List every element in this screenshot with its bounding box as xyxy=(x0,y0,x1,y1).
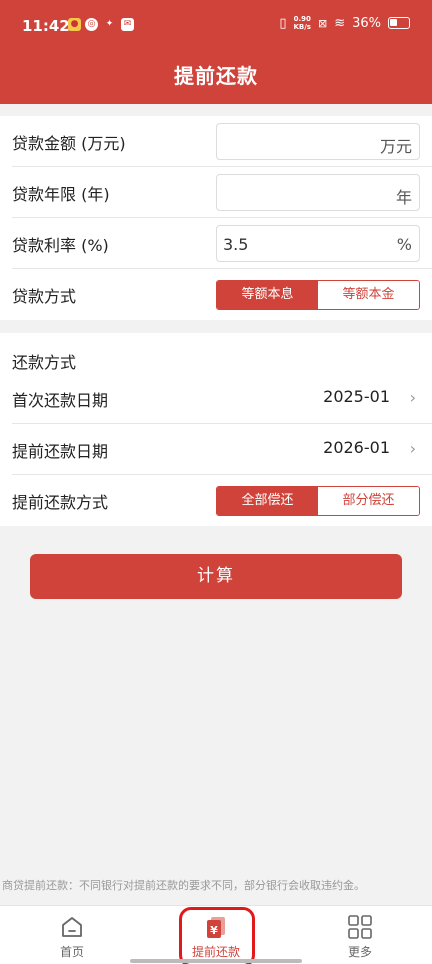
method-option-equal-payment[interactable]: 等额本息 xyxy=(217,281,318,309)
status-time: 11:42 xyxy=(22,17,70,35)
prepay-method-toggle[interactable]: 全部偿还 部分偿还 xyxy=(216,486,420,516)
mail-icon: ✉ xyxy=(121,18,134,31)
prepay-date-value: 2026-01 xyxy=(323,438,390,457)
loan-years-unit: 年 xyxy=(395,188,412,207)
loan-years-input[interactable]: 年 xyxy=(216,174,420,211)
first-date-row[interactable]: 首次还款日期 2025-01 › xyxy=(12,373,432,424)
prepay-option-full[interactable]: 全部偿还 xyxy=(217,487,318,515)
prepay-method-label: 提前还款方式 xyxy=(12,493,109,512)
loan-amount-label: 贷款金额 (万元) xyxy=(12,134,126,153)
repay-section-header: 还款方式 xyxy=(12,333,432,373)
loan-amount-unit: 万元 xyxy=(379,137,412,156)
net-speed: 0.90 KB/s xyxy=(293,15,310,31)
loan-rate-row: 贷款利率 (%) 3.5 % xyxy=(12,218,432,269)
home-icon xyxy=(62,917,82,937)
home-indicator[interactable] xyxy=(130,959,302,963)
prepay-date-row[interactable]: 提前还款日期 2026-01 › xyxy=(12,424,432,475)
loan-rate-label: 贷款利率 (%) xyxy=(12,236,109,255)
chevron-right-icon: › xyxy=(409,388,416,407)
prepay-method-row: 提前还款方式 全部偿还 部分偿还 xyxy=(12,475,432,526)
repay-section-title: 还款方式 xyxy=(12,353,77,372)
loan-method-toggle[interactable]: 等额本息 等额本金 xyxy=(216,280,420,310)
status-bar: 11:42 ● ◎ ✦ ✉ ▯ 0.90 KB/s ⊠ ≋ 36% xyxy=(0,0,432,52)
notification-icon: ● xyxy=(68,18,81,31)
chevron-right-icon: › xyxy=(409,439,416,458)
loan-method-row: 贷款方式 等额本息 等额本金 xyxy=(12,269,432,320)
loan-rate-input[interactable]: 3.5 % xyxy=(216,225,420,262)
first-date-value: 2025-01 xyxy=(323,387,390,406)
method-option-equal-principal[interactable]: 等额本金 xyxy=(318,281,419,309)
notification-icon: ◎ xyxy=(85,18,98,31)
tab-more-label: 更多 xyxy=(347,945,372,959)
page-title: 提前还款 xyxy=(174,64,258,88)
sim-icon: ⊠ xyxy=(317,16,328,30)
loan-section: 贷款金额 (万元) 万元 贷款年限 (年) 年 贷款利率 (%) 3.5 % 贷… xyxy=(0,116,432,320)
highlight-box xyxy=(179,907,255,964)
tab-home[interactable]: 首页 xyxy=(0,906,144,964)
wifi-icon: ≋ xyxy=(334,15,346,31)
loan-rate-value: 3.5 xyxy=(223,235,249,254)
battery-percent: 36% xyxy=(352,15,381,31)
tab-home-label: 首页 xyxy=(59,945,84,959)
net-speed-unit: KB/s xyxy=(293,23,311,31)
loan-rate-unit: % xyxy=(396,235,412,254)
tab-more[interactable]: 更多 xyxy=(288,906,432,964)
vibrate-icon: ▯ xyxy=(279,15,287,31)
prepay-date-label: 提前还款日期 xyxy=(12,442,109,461)
prepay-option-partial[interactable]: 部分偿还 xyxy=(318,487,419,515)
first-date-label: 首次还款日期 xyxy=(12,391,109,410)
net-speed-value: 0.90 xyxy=(293,15,311,23)
loan-years-label: 贷款年限 (年) xyxy=(12,185,110,204)
loan-years-row: 贷款年限 (年) 年 xyxy=(12,167,432,218)
repay-section: 还款方式 首次还款日期 2025-01 › 提前还款日期 2026-01 › 提… xyxy=(0,333,432,526)
loan-amount-row: 贷款金额 (万元) 万元 xyxy=(12,116,432,167)
app-header: 11:42 ● ◎ ✦ ✉ ▯ 0.90 KB/s ⊠ ≋ 36% 提前还款 xyxy=(0,0,432,104)
prepay-note: 商贷提前还款：不同银行对提前还款的要求不同，部分银行会收取违约金。 xyxy=(2,879,365,892)
battery-icon xyxy=(388,17,410,29)
loan-method-label: 贷款方式 xyxy=(12,287,77,306)
notification-icon: ✦ xyxy=(105,19,114,29)
grid-icon xyxy=(348,915,372,939)
calculate-button[interactable]: 计算 xyxy=(30,554,402,599)
loan-amount-input[interactable]: 万元 xyxy=(216,123,420,160)
